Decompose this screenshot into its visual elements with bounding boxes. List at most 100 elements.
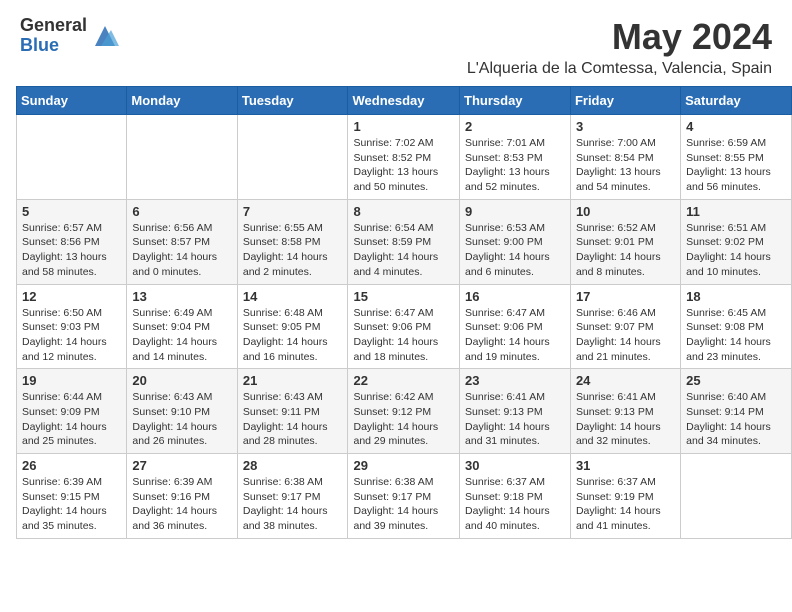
calendar-cell: 21 Sunrise: 6:43 AM Sunset: 9:11 PM Dayli… [237,369,348,454]
calendar-cell: 29Sunrise: 6:38 AM Sunset: 9:17 PM Dayli… [348,454,460,539]
logo-blue-text: Blue [20,36,87,56]
day-info: Sunrise: 6:44 AM Sunset: 9:09 PM Dayligh… [22,390,121,449]
day-number: 11 [686,204,786,219]
day-number: 5 [22,204,121,219]
day-number: 6 [132,204,231,219]
day-info: Sunrise: 6:54 AM Sunset: 8:59 PM Dayligh… [353,221,454,280]
calendar-cell: 24Sunrise: 6:41 AM Sunset: 9:13 PM Dayli… [570,369,680,454]
calendar-cell: 2 Sunrise: 7:01 AM Sunset: 8:53 PM Daylig… [460,115,571,200]
day-info: Sunrise: 7:01 AM Sunset: 8:53 PM Dayligh… [465,136,565,195]
calendar-cell: 18 Sunrise: 6:45 AM Sunset: 9:08 PM Dayli… [681,284,792,369]
day-info: Sunrise: 6:52 AM Sunset: 9:01 PM Dayligh… [576,221,675,280]
calendar-cell: 30 Sunrise: 6:37 AM Sunset: 9:18 PM Dayli… [460,454,571,539]
day-number: 15 [353,289,454,304]
logo-general-text: General [20,16,87,36]
calendar-cell: 15 Sunrise: 6:47 AM Sunset: 9:06 PM Dayli… [348,284,460,369]
calendar-cell: 27 Sunrise: 6:39 AM Sunset: 9:16 PM Dayli… [127,454,237,539]
calendar-cell: 10 Sunrise: 6:52 AM Sunset: 9:01 PM Dayli… [570,199,680,284]
calendar-cell: 31Sunrise: 6:37 AM Sunset: 9:19 PM Dayli… [570,454,680,539]
day-number: 21 [243,373,343,388]
calendar-wrapper: SundayMondayTuesdayWednesdayThursdayFrid… [0,86,792,547]
calendar-cell: 14 Sunrise: 6:48 AM Sunset: 9:05 PM Dayli… [237,284,348,369]
day-number: 24 [576,373,675,388]
day-info: Sunrise: 6:51 AM Sunset: 9:02 PM Dayligh… [686,221,786,280]
day-info: Sunrise: 6:39 AM Sunset: 9:15 PM Dayligh… [22,475,121,534]
day-info: Sunrise: 6:37 AM Sunset: 9:18 PM Dayligh… [465,475,565,534]
calendar-cell: 22 Sunrise: 6:42 AM Sunset: 9:12 PM Dayli… [348,369,460,454]
calendar-cell: 16Sunrise: 6:47 AM Sunset: 9:06 PM Dayli… [460,284,571,369]
calendar-subtitle: L'Alqueria de la Comtessa, Valencia, Spa… [467,60,772,78]
page-header: General Blue May 2024 L'Alqueria de la C… [0,0,792,86]
day-number: 1 [353,119,454,134]
day-number: 25 [686,373,786,388]
calendar-week-5: 26 Sunrise: 6:39 AM Sunset: 9:15 PM Dayli… [17,454,792,539]
day-number: 10 [576,204,675,219]
day-number: 7 [243,204,343,219]
day-info: Sunrise: 6:59 AM Sunset: 8:55 PM Dayligh… [686,136,786,195]
calendar-cell: 25 Sunrise: 6:40 AM Sunset: 9:14 PM Dayli… [681,369,792,454]
day-info: Sunrise: 6:42 AM Sunset: 9:12 PM Dayligh… [353,390,454,449]
calendar-cell: 13Sunrise: 6:49 AM Sunset: 9:04 PM Dayli… [127,284,237,369]
day-info: Sunrise: 7:00 AM Sunset: 8:54 PM Dayligh… [576,136,675,195]
calendar-body: 1Sunrise: 7:02 AM Sunset: 8:52 PM Daylig… [17,115,792,539]
calendar-cell: 26 Sunrise: 6:39 AM Sunset: 9:15 PM Dayli… [17,454,127,539]
calendar-cell [681,454,792,539]
calendar-cell: 11 Sunrise: 6:51 AM Sunset: 9:02 PM Dayli… [681,199,792,284]
calendar-cell: 20Sunrise: 6:43 AM Sunset: 9:10 PM Dayli… [127,369,237,454]
day-info: Sunrise: 6:57 AM Sunset: 8:56 PM Dayligh… [22,221,121,280]
day-info: Sunrise: 6:41 AM Sunset: 9:13 PM Dayligh… [465,390,565,449]
column-header-friday: Friday [570,87,680,115]
day-info: Sunrise: 6:45 AM Sunset: 9:08 PM Dayligh… [686,306,786,365]
calendar-cell: 12 Sunrise: 6:50 AM Sunset: 9:03 PM Dayli… [17,284,127,369]
day-number: 17 [576,289,675,304]
column-header-tuesday: Tuesday [237,87,348,115]
column-header-wednesday: Wednesday [348,87,460,115]
day-info: Sunrise: 6:48 AM Sunset: 9:05 PM Dayligh… [243,306,343,365]
day-info: Sunrise: 6:53 AM Sunset: 9:00 PM Dayligh… [465,221,565,280]
calendar-cell [17,115,127,200]
calendar-cell: 3 Sunrise: 7:00 AM Sunset: 8:54 PM Daylig… [570,115,680,200]
day-number: 14 [243,289,343,304]
column-header-thursday: Thursday [460,87,571,115]
day-number: 9 [465,204,565,219]
day-number: 30 [465,458,565,473]
calendar-cell: 4Sunrise: 6:59 AM Sunset: 8:55 PM Daylig… [681,115,792,200]
day-info: Sunrise: 6:38 AM Sunset: 9:17 PM Dayligh… [353,475,454,534]
column-header-monday: Monday [127,87,237,115]
header-row: SundayMondayTuesdayWednesdayThursdayFrid… [17,87,792,115]
day-number: 3 [576,119,675,134]
column-header-sunday: Sunday [17,87,127,115]
day-number: 12 [22,289,121,304]
day-info: Sunrise: 6:40 AM Sunset: 9:14 PM Dayligh… [686,390,786,449]
day-number: 23 [465,373,565,388]
calendar-cell: 5 Sunrise: 6:57 AM Sunset: 8:56 PM Daylig… [17,199,127,284]
day-number: 22 [353,373,454,388]
day-info: Sunrise: 6:39 AM Sunset: 9:16 PM Dayligh… [132,475,231,534]
logo: General Blue [20,16,119,56]
day-number: 20 [132,373,231,388]
day-number: 13 [132,289,231,304]
day-number: 2 [465,119,565,134]
day-info: Sunrise: 6:37 AM Sunset: 9:19 PM Dayligh… [576,475,675,534]
day-number: 26 [22,458,121,473]
day-info: Sunrise: 6:38 AM Sunset: 9:17 PM Dayligh… [243,475,343,534]
day-number: 28 [243,458,343,473]
calendar-week-3: 12 Sunrise: 6:50 AM Sunset: 9:03 PM Dayli… [17,284,792,369]
calendar-cell: 8Sunrise: 6:54 AM Sunset: 8:59 PM Daylig… [348,199,460,284]
day-info: Sunrise: 6:55 AM Sunset: 8:58 PM Dayligh… [243,221,343,280]
calendar-cell [237,115,348,200]
calendar-title: May 2024 [467,16,772,58]
day-number: 18 [686,289,786,304]
calendar-cell: 23 Sunrise: 6:41 AM Sunset: 9:13 PM Dayli… [460,369,571,454]
day-info: Sunrise: 6:43 AM Sunset: 9:11 PM Dayligh… [243,390,343,449]
calendar-cell: 9 Sunrise: 6:53 AM Sunset: 9:00 PM Daylig… [460,199,571,284]
calendar-cell: 7 Sunrise: 6:55 AM Sunset: 8:58 PM Daylig… [237,199,348,284]
day-info: Sunrise: 6:50 AM Sunset: 9:03 PM Dayligh… [22,306,121,365]
calendar-table: SundayMondayTuesdayWednesdayThursdayFrid… [16,86,792,539]
day-info: Sunrise: 6:47 AM Sunset: 9:06 PM Dayligh… [353,306,454,365]
calendar-cell: 28 Sunrise: 6:38 AM Sunset: 9:17 PM Dayli… [237,454,348,539]
calendar-week-4: 19Sunrise: 6:44 AM Sunset: 9:09 PM Dayli… [17,369,792,454]
day-number: 16 [465,289,565,304]
day-number: 27 [132,458,231,473]
day-info: Sunrise: 6:56 AM Sunset: 8:57 PM Dayligh… [132,221,231,280]
